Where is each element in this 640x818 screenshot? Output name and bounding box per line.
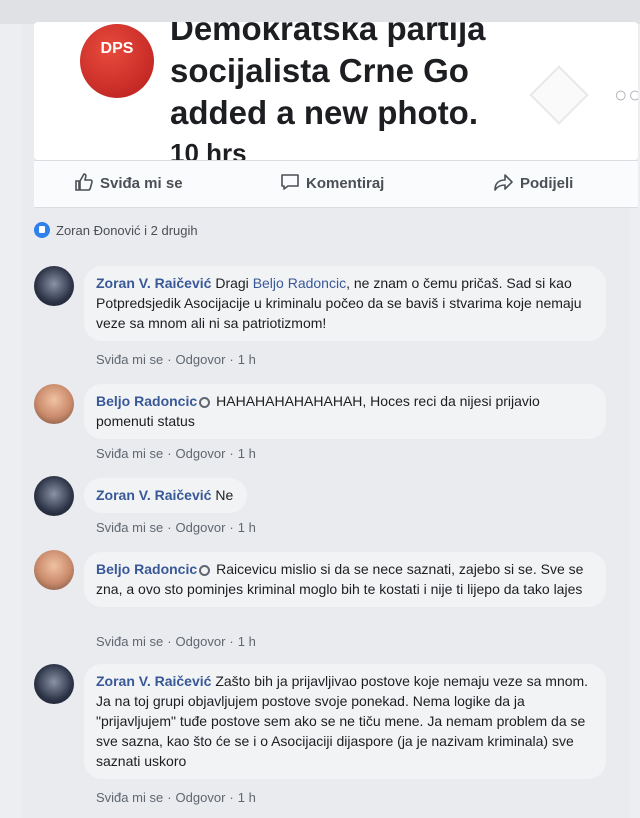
comment-bubble: Zoran V. Raičević Dragi Beljo Radoncic, … <box>84 266 606 341</box>
comment-bubble: Beljo Radoncic HAHAHAHAHAHAHAH, Hoces rec… <box>84 384 606 439</box>
top-bar <box>0 0 640 24</box>
avatar[interactable] <box>34 664 74 704</box>
thumbs-up-icon <box>75 173 93 191</box>
comment-author[interactable]: Beljo Radoncic <box>96 393 197 409</box>
comment-reply-link[interactable]: Odgovor <box>176 520 226 535</box>
share-label: Podijeli <box>520 175 574 192</box>
comment-time[interactable]: 1 h <box>238 446 256 461</box>
comment-label: Komentiraj <box>306 175 385 192</box>
more-options-icon[interactable]: ○○○ <box>614 82 638 108</box>
headline-line-1: Demokratska partija <box>170 22 486 47</box>
comment-author[interactable]: Beljo Radoncic <box>96 561 197 577</box>
like-button[interactable]: Sviđa mi se <box>74 173 183 192</box>
tag-icon <box>529 65 589 125</box>
comment-author[interactable]: Zoran V. Raičević <box>96 487 211 503</box>
comment-text: Ne <box>215 487 234 503</box>
logo-text: DPS <box>100 40 134 57</box>
comment-bubble: Zoran V. Raičević Ne <box>84 478 248 513</box>
comment-time[interactable]: 1 h <box>238 352 256 367</box>
comment-like-link[interactable]: Sviđa mi se <box>96 352 163 367</box>
comment-bubble: Beljo Radoncic Raicevicu mislio si da se … <box>84 552 606 607</box>
comment-meta: Sviđa mi se · Odgovor · 1 h <box>96 520 256 535</box>
comment-time[interactable]: 1 h <box>238 520 256 535</box>
comment-bubble: Zoran V. Raičević Zašto bih ja prijavlji… <box>84 664 606 779</box>
avatar[interactable] <box>34 550 74 590</box>
post-action-bar: Sviđa mi se Komentiraj Podijeli <box>34 160 638 208</box>
avatar[interactable] <box>34 384 74 424</box>
comment-reply-link[interactable]: Odgovor <box>176 352 226 367</box>
comment-text: Dragi <box>215 275 249 291</box>
headline-line-3: added a new photo. <box>170 94 479 131</box>
share-button[interactable]: Podijeli <box>494 173 573 192</box>
like-label: Sviđa mi se <box>100 175 183 192</box>
comment-time[interactable]: 1 h <box>238 790 256 805</box>
avatar[interactable] <box>34 266 74 306</box>
comment-meta: Sviđa mi se · Odgovor · 1 h <box>96 446 256 461</box>
like-badge-icon <box>34 222 50 238</box>
comment-icon <box>281 174 299 190</box>
comment-reply-link[interactable]: Odgovor <box>176 446 226 461</box>
comment-like-link[interactable]: Sviđa mi se <box>96 790 163 805</box>
reactions-text: Zoran Đonović i 2 drugih <box>56 223 198 238</box>
comment-meta: Sviđa mi se · Odgovor · 1 h <box>96 790 256 805</box>
comment-reply-link[interactable]: Odgovor <box>176 790 226 805</box>
reactions-summary[interactable]: Zoran Đonović i 2 drugih <box>34 222 198 238</box>
dps-logo: DPS <box>80 24 154 98</box>
comment-author[interactable]: Zoran V. Raičević <box>96 673 211 689</box>
comment-mention[interactable]: Beljo Radoncic <box>253 275 346 291</box>
post-time: 10 hrs <box>170 138 247 160</box>
share-icon <box>494 174 513 191</box>
left-edge <box>0 24 22 818</box>
comment-like-link[interactable]: Sviđa mi se <box>96 520 163 535</box>
avatar[interactable] <box>34 476 74 516</box>
comment-like-link[interactable]: Sviđa mi se <box>96 634 163 649</box>
verified-icon <box>199 565 211 576</box>
comment-meta: Sviđa mi se · Odgovor · 1 h <box>96 352 256 367</box>
shared-post-card[interactable]: DPS Demokratska partija socijalista Crne… <box>34 22 638 160</box>
comment-like-link[interactable]: Sviđa mi se <box>96 446 163 461</box>
comment-author[interactable]: Zoran V. Raičević <box>96 275 211 291</box>
post-headline: Demokratska partija socijalista Crne Go … <box>170 22 485 134</box>
comment-time[interactable]: 1 h <box>238 634 256 649</box>
comment-reply-link[interactable]: Odgovor <box>176 634 226 649</box>
comment-meta: Sviđa mi se · Odgovor · 1 h <box>96 634 256 649</box>
verified-icon <box>199 397 211 408</box>
comment-button[interactable]: Komentiraj <box>280 173 384 192</box>
headline-line-2: socijalista Crne Go <box>170 52 469 89</box>
